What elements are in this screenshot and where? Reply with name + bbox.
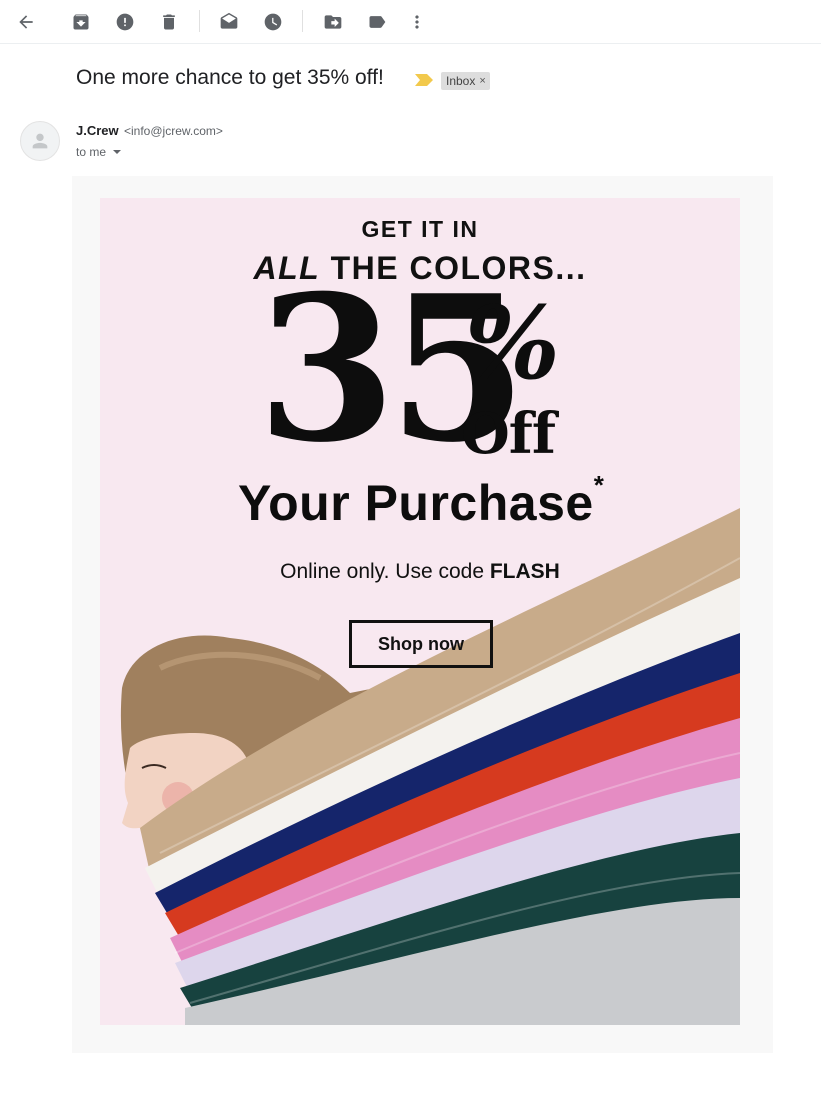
toolbar-divider [302,10,303,32]
archive-icon[interactable] [69,10,93,34]
remove-label-button[interactable]: × [479,75,485,87]
headline-get-it-in: GET IT IN [361,216,479,242]
promo-code-text: Online only. Use code FLASH [100,560,740,584]
snooze-icon[interactable] [261,10,285,34]
move-to-icon[interactable] [321,10,345,34]
sender-email: <info@jcrew.com> [124,124,223,138]
promo-banner[interactable]: GET IT IN ALL THE COLORS... 35 % Off You… [100,198,740,1025]
back-arrow-icon[interactable] [14,10,38,34]
importance-marker-icon[interactable] [415,74,433,86]
sender-avatar[interactable] [20,121,60,161]
label-icon[interactable] [365,10,389,34]
discount-percent-sign: % [465,284,561,402]
caret-down-icon [113,150,122,154]
inbox-label-chip: Inbox × [441,72,490,90]
mark-unread-icon[interactable] [217,10,241,34]
your-purchase-text: Your Purchase* [238,470,604,532]
toolbar [0,0,821,44]
toolbar-divider [199,10,200,32]
recipient-details-toggle[interactable]: to me [76,145,122,159]
recipient-text: to me [76,145,107,159]
purchase-label: Your Purchase [238,475,594,531]
person-icon [32,133,48,149]
report-spam-icon[interactable] [113,10,137,34]
delete-icon[interactable] [157,10,181,34]
purchase-asterisk: * [593,470,605,500]
promo-code: FLASH [489,560,560,583]
email-subject: One more chance to get 35% off! [76,66,384,89]
inbox-label-text: Inbox [446,74,476,88]
promo-code-prefix: Online only. Use code [280,560,490,583]
sender-name[interactable]: J.Crew [76,123,119,138]
shop-now-button[interactable]: Shop now [349,620,493,668]
discount-off-text: Off [461,401,556,467]
more-vert-icon[interactable] [405,10,429,34]
